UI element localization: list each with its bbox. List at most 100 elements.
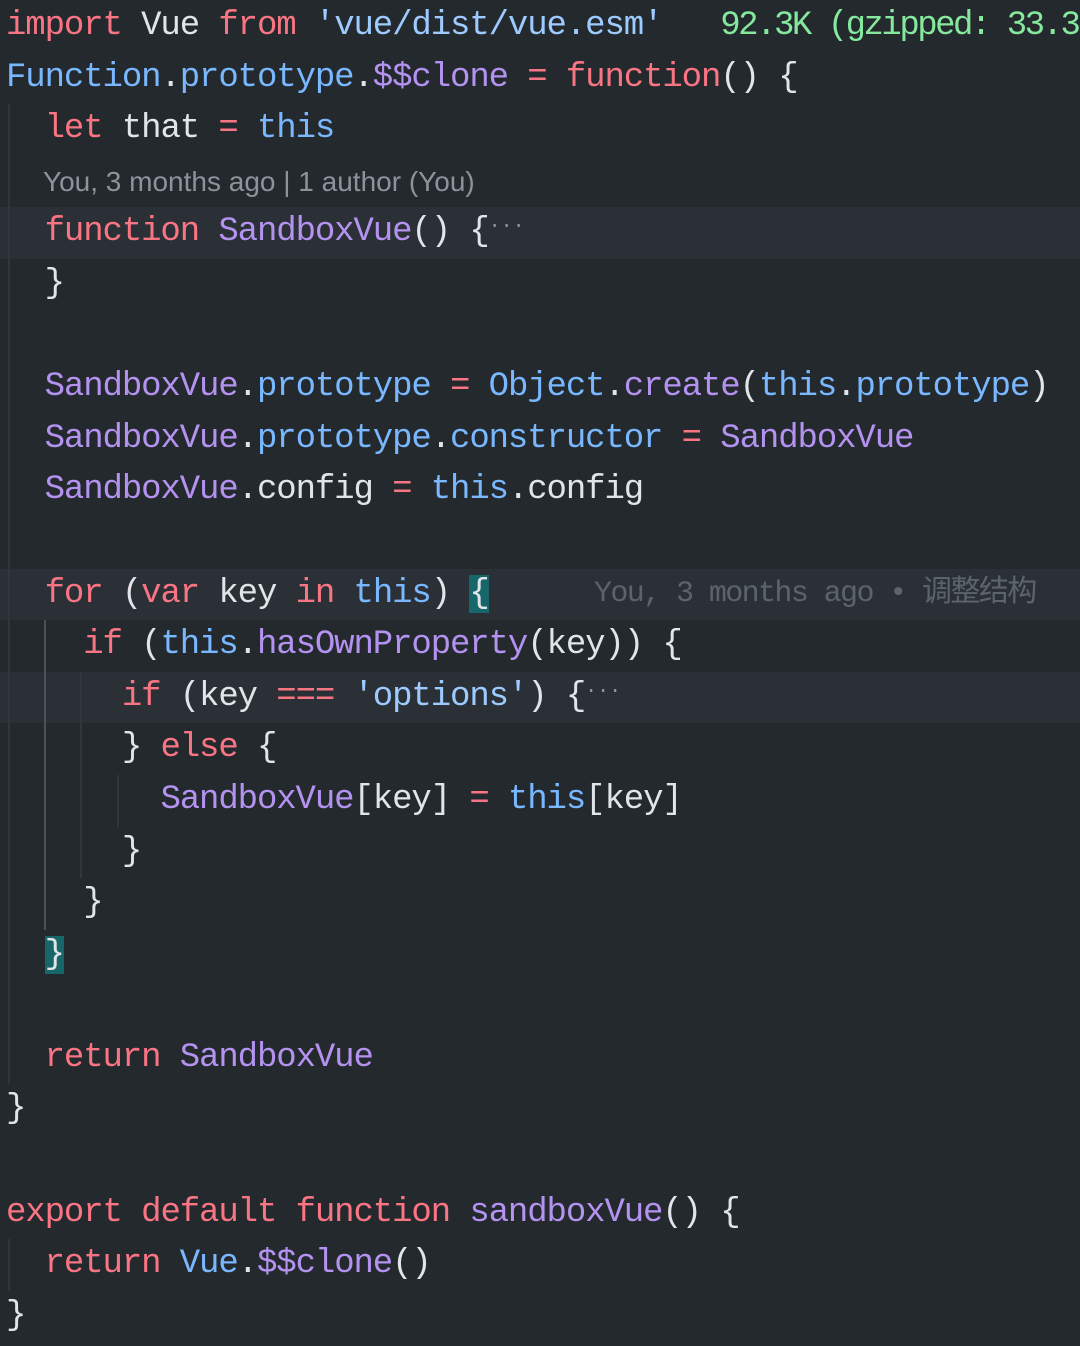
indent-guide: [8, 465, 10, 517]
indent-guide: [8, 1032, 10, 1085]
matched-bracket: }: [44, 935, 65, 974]
code-token: }: [6, 729, 161, 768]
code-line[interactable]: You, 3 months ago | 1 author (You): [0, 155, 1080, 208]
code-token: return: [44, 1038, 162, 1077]
code-line[interactable]: return Vue.$$clone(): [0, 1239, 1080, 1291]
code-line[interactable]: [0, 981, 1080, 1033]
code-token: .: [160, 58, 180, 97]
code-token: SandboxVue: [720, 419, 914, 458]
indent-guide: [8, 878, 10, 930]
code-token: .config: [237, 471, 393, 510]
code-line[interactable]: return SandboxVue: [0, 1032, 1080, 1085]
code-line[interactable]: [0, 310, 1080, 363]
indent-guide: [44, 826, 46, 879]
codelens-authors[interactable]: You, 3 months ago | 1 author (You): [6, 166, 475, 197]
code-token: ): [430, 574, 470, 613]
folded-ellipsis-icon[interactable]: ···: [585, 680, 621, 703]
indent-guide: [8, 258, 10, 311]
indent-guide: [8, 826, 10, 879]
code-line[interactable]: SandboxVue.prototype = Object.create(thi…: [0, 362, 1080, 414]
code-token: .: [430, 419, 451, 458]
code-token: hasOwnProperty: [256, 626, 528, 665]
code-token: }: [6, 1296, 26, 1335]
code-line[interactable]: SandboxVue.prototype.constructor = Sandb…: [0, 413, 1080, 466]
indent-guide: [80, 671, 82, 724]
code-token: () {: [411, 213, 489, 252]
code-token: .: [237, 368, 258, 407]
indent-guide: [8, 362, 10, 414]
code-token: this: [353, 574, 432, 613]
code-token: =: [527, 58, 547, 97]
code-token: =: [218, 110, 238, 149]
code-token: =: [681, 419, 702, 458]
code-token: }: [6, 264, 65, 303]
code-token: for: [44, 574, 104, 613]
indent-guide: [8, 620, 10, 672]
code-token: prototype: [179, 58, 355, 97]
indent-guide: [8, 104, 10, 156]
code-line[interactable]: if (key === 'options') {···: [0, 671, 1080, 724]
code-token: SandboxVue: [179, 1038, 374, 1077]
code-line[interactable]: SandboxVue[key] = this[key]: [0, 774, 1080, 827]
code-token: function: [295, 1193, 452, 1232]
indent-guide: [8, 929, 10, 982]
code-token: Vue: [121, 7, 219, 45]
code-token: return: [44, 1245, 162, 1284]
code-token: this: [507, 780, 586, 819]
code-token: {: [237, 729, 277, 768]
code-line[interactable]: Function.prototype.$$clone = function() …: [0, 53, 1080, 105]
code-line[interactable]: } else {: [0, 723, 1080, 775]
code-line[interactable]: }: [0, 1084, 1080, 1136]
code-token: .config: [507, 471, 644, 510]
indent-guide: [8, 568, 10, 621]
matched-bracket: {: [469, 574, 490, 613]
indent-guide: [8, 155, 10, 208]
code-token: this: [430, 471, 509, 510]
code-token: }: [6, 832, 142, 871]
code-line[interactable]: }: [0, 1291, 1080, 1343]
code-token: SandboxVue: [44, 419, 239, 458]
code-line[interactable]: SandboxVue.config = this.config: [0, 465, 1080, 517]
folded-ellipsis-icon[interactable]: ···: [489, 215, 525, 238]
code-token: =: [392, 471, 412, 510]
code-line[interactable]: if (this.hasOwnProperty(key)) {: [0, 620, 1080, 672]
import-cost-label: 92.3K (gzipped: 33.3K): [720, 7, 1080, 45]
code-line[interactable]: let that = this: [0, 104, 1080, 156]
code-editor[interactable]: import Vue from 'vue/dist/vue.esm' 92.3K…: [0, 1, 1080, 1342]
code-token: [key]: [353, 780, 470, 819]
code-token: =: [450, 368, 470, 407]
code-line[interactable]: }: [0, 929, 1080, 982]
code-token: .: [836, 368, 856, 407]
indent-guide: [80, 723, 82, 775]
code-line[interactable]: for (var key in this) {You, 3 months ago…: [0, 568, 1080, 621]
code-line[interactable]: [0, 516, 1080, 569]
code-line[interactable]: }: [0, 258, 1080, 311]
code-line[interactable]: }: [0, 826, 1080, 879]
code-line[interactable]: }: [0, 878, 1080, 930]
code-line[interactable]: [0, 1136, 1080, 1188]
code-line[interactable]: function SandboxVue() {···: [0, 207, 1080, 259]
code-line[interactable]: import Vue from 'vue/dist/vue.esm' 92.3K…: [0, 1, 1080, 53]
code-token: Vue: [179, 1245, 239, 1284]
code-token: this: [160, 626, 238, 665]
indent-guide: [80, 774, 82, 827]
code-line[interactable]: export default function sandboxVue() {: [0, 1188, 1080, 1240]
indent-guide: [8, 207, 10, 259]
indent-guide: [8, 310, 10, 363]
